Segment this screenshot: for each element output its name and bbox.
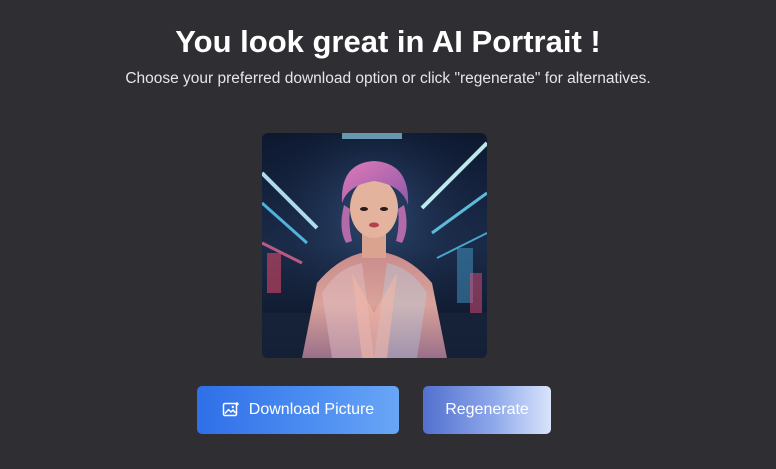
regenerate-label: Regenerate — [445, 401, 529, 418]
image-icon — [222, 401, 240, 419]
regenerate-button[interactable]: Regenerate — [423, 386, 551, 434]
download-picture-button[interactable]: Download Picture — [197, 386, 399, 434]
portrait-image — [262, 133, 487, 358]
page-title: You look great in AI Portrait ! — [175, 24, 601, 59]
result-page: You look great in AI Portrait ! Choose y… — [0, 0, 776, 469]
page-subtitle: Choose your preferred download option or… — [125, 70, 651, 87]
download-picture-label: Download Picture — [248, 401, 375, 418]
